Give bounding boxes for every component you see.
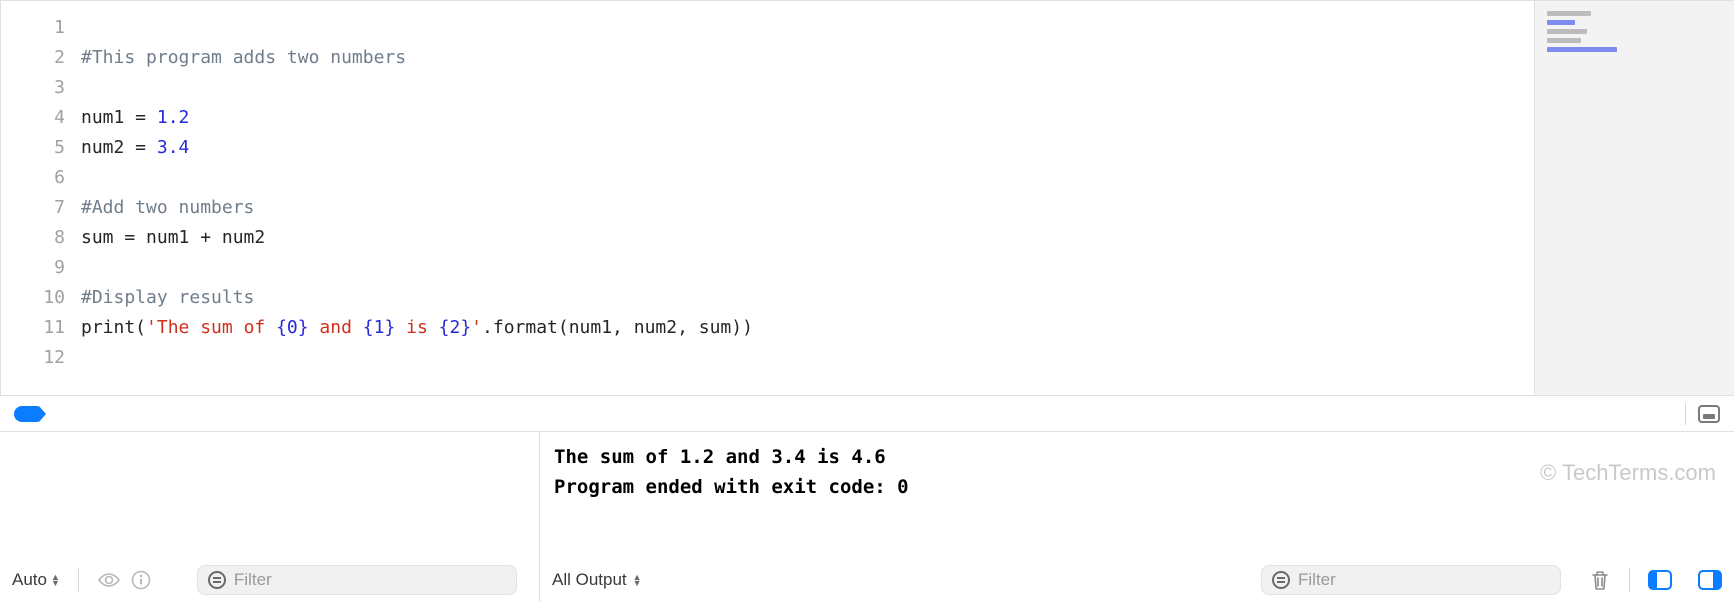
scope-label: Auto: [12, 570, 47, 590]
console-output[interactable]: The sum of 1.2 and 3.4 is 4.6 Program en…: [540, 432, 1734, 558]
line-number: 2: [1, 43, 81, 73]
code-line[interactable]: #Add two numbers: [81, 193, 1534, 223]
line-number-gutter: 123456789101112: [1, 1, 81, 395]
code-line[interactable]: #This program adds two numbers: [81, 43, 1534, 73]
code-line[interactable]: num1 = 1.2: [81, 103, 1534, 133]
trash-icon[interactable]: [1589, 568, 1611, 592]
minimap-row: [1547, 38, 1581, 43]
editor-top-section: 123456789101112 #This program adds two n…: [0, 0, 1734, 396]
left-pane-toggle[interactable]: [1648, 570, 1672, 590]
variables-filter-input[interactable]: Filter: [197, 565, 517, 595]
output-filter-label: All Output: [552, 570, 627, 590]
info-icon[interactable]: [131, 570, 151, 590]
watermark: © TechTerms.com: [1540, 460, 1716, 486]
line-number: 6: [1, 163, 81, 193]
code-line[interactable]: num2 = 3.4: [81, 133, 1534, 163]
filter-icon: [1272, 571, 1290, 589]
updown-icon: ▲▼: [633, 574, 642, 586]
output-filter-selector[interactable]: All Output ▲▼: [552, 570, 642, 590]
line-number: 9: [1, 253, 81, 283]
minimap-row: [1547, 11, 1591, 16]
code-line[interactable]: sum = num1 + num2: [81, 223, 1534, 253]
code-line[interactable]: [81, 253, 1534, 283]
breakpoint-indicator[interactable]: [14, 406, 40, 422]
code-line[interactable]: [81, 163, 1534, 193]
line-number: 1: [1, 13, 81, 43]
line-number: 8: [1, 223, 81, 253]
filter-placeholder: Filter: [234, 570, 272, 590]
code-line[interactable]: [81, 13, 1534, 43]
minimap-row: [1547, 29, 1587, 34]
minimap[interactable]: [1534, 0, 1734, 395]
console-toolbar: All Output ▲▼ Filter: [540, 558, 1734, 602]
panel-toggle-icon[interactable]: [1698, 405, 1720, 423]
code-line[interactable]: [81, 73, 1534, 103]
line-number: 4: [1, 103, 81, 133]
minimap-row: [1547, 47, 1617, 52]
line-number: 3: [1, 73, 81, 103]
filter-icon: [208, 571, 226, 589]
eye-icon[interactable]: [97, 572, 121, 588]
console-panel: The sum of 1.2 and 3.4 is 4.6 Program en…: [540, 432, 1734, 602]
code-editor[interactable]: 123456789101112 #This program adds two n…: [0, 0, 1534, 395]
line-number: 10: [1, 283, 81, 313]
code-line[interactable]: #Display results: [81, 283, 1534, 313]
variables-panel: Auto ▲▼ Filter: [0, 432, 540, 602]
debug-bar: [0, 396, 1734, 432]
code-line[interactable]: [81, 343, 1534, 373]
right-pane-toggle[interactable]: [1698, 570, 1722, 590]
updown-icon: ▲▼: [51, 574, 60, 586]
line-number: 12: [1, 343, 81, 373]
console-filter-input[interactable]: Filter: [1261, 565, 1561, 595]
filter-placeholder: Filter: [1298, 570, 1336, 590]
variables-toolbar: Auto ▲▼ Filter: [0, 558, 539, 602]
debug-bottom-section: Auto ▲▼ Filter The sum of 1.2 and 3.4 is…: [0, 432, 1734, 602]
line-number: 7: [1, 193, 81, 223]
line-number: 5: [1, 133, 81, 163]
code-line[interactable]: print('The sum of {0} and {1} is {2}'.fo…: [81, 313, 1534, 343]
scope-selector[interactable]: Auto ▲▼: [12, 570, 60, 590]
line-number: 11: [1, 313, 81, 343]
minimap-row: [1547, 20, 1575, 25]
code-content[interactable]: #This program adds two numbers num1 = 1.2…: [81, 1, 1534, 395]
